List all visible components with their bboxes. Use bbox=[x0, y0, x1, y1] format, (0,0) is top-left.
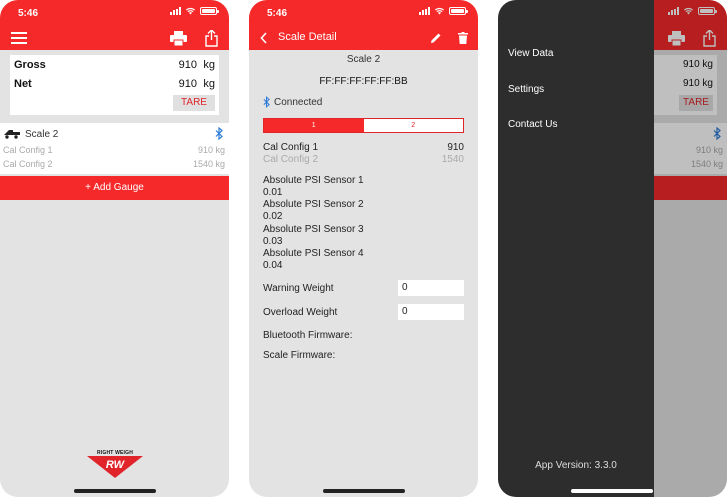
nav-bar: Scale Detail bbox=[249, 26, 478, 50]
net-unit: kg bbox=[203, 78, 215, 90]
edit-pencil-icon[interactable] bbox=[427, 30, 445, 46]
status-icons bbox=[170, 7, 219, 15]
home-indicator bbox=[571, 489, 653, 493]
wifi-icon bbox=[434, 7, 445, 15]
gross-label: Gross bbox=[14, 59, 46, 71]
logo-mark: RW bbox=[87, 456, 143, 478]
sensor-value: 0.04 bbox=[263, 260, 283, 271]
cal-config-label: Cal Config 2 bbox=[263, 154, 319, 165]
cal-config-value: 910 kg bbox=[197, 145, 225, 155]
app-version: App Version: 3.3.0 bbox=[535, 460, 617, 471]
cal-config-label: Cal Config 1 bbox=[263, 142, 319, 153]
bluetooth-icon bbox=[215, 127, 223, 140]
back-chevron-icon[interactable] bbox=[255, 30, 273, 46]
menu-item-contact-us[interactable]: Contact Us bbox=[508, 119, 557, 130]
cal-config-value: 1540 bbox=[441, 154, 464, 165]
wifi-icon bbox=[185, 7, 196, 15]
scale-firmware-label: Scale Firmware: bbox=[263, 350, 336, 361]
cal-config-value: 910 bbox=[447, 142, 464, 153]
side-drawer: View Data Settings Contact Us App Versio… bbox=[498, 0, 654, 497]
dim-overlay[interactable] bbox=[654, 0, 727, 497]
battery-icon bbox=[200, 7, 219, 15]
page-title: Scale Detail bbox=[278, 31, 337, 43]
trash-icon[interactable] bbox=[454, 30, 472, 46]
cal-config-row: Cal Config 1 910 bbox=[263, 142, 464, 153]
config-segmented-control: 1 2 bbox=[263, 118, 464, 133]
sensor-label: Absolute PSI Sensor 3 bbox=[263, 224, 364, 235]
menu-item-settings[interactable]: Settings bbox=[508, 84, 544, 95]
signal-icon bbox=[419, 7, 430, 15]
net-label: Net bbox=[14, 78, 32, 90]
sensor-label: Absolute PSI Sensor 2 bbox=[263, 199, 364, 210]
net-value: 910 bbox=[178, 78, 197, 90]
connection-label: Connected bbox=[274, 96, 323, 108]
nav-bar bbox=[0, 26, 229, 50]
overload-weight-label: Overload Weight bbox=[263, 307, 338, 318]
home-indicator bbox=[322, 489, 405, 493]
status-bar: 5:46 bbox=[0, 0, 229, 26]
gross-unit: kg bbox=[203, 59, 215, 71]
sensor-value: 0.03 bbox=[263, 236, 283, 247]
cal-config-label: Cal Config 2 bbox=[3, 159, 53, 169]
side-menu-screen: 910 kg 910 kg TARE 910 kg 1540 kg View D… bbox=[498, 0, 727, 497]
overload-weight-input[interactable]: 0 bbox=[398, 304, 464, 320]
status-time: 5:46 bbox=[18, 8, 39, 19]
logo-mark-text: RW bbox=[106, 459, 126, 471]
home-indicator bbox=[73, 489, 156, 493]
add-gauge-button[interactable]: + Add Gauge bbox=[0, 176, 229, 200]
cal-config-value: 1540 kg bbox=[192, 159, 225, 169]
status-bar: 5:46 bbox=[249, 0, 478, 26]
sensor-value: 0.01 bbox=[263, 187, 283, 198]
segment-2[interactable]: 2 bbox=[363, 119, 463, 132]
battery-icon bbox=[449, 7, 468, 15]
mac-address: FF:FF:FF:FF:FF:BB bbox=[319, 76, 408, 87]
bluetooth-icon bbox=[263, 96, 270, 108]
warning-weight-label: Warning Weight bbox=[263, 283, 334, 294]
hamburger-menu-icon[interactable] bbox=[10, 30, 28, 46]
sensor-label: Absolute PSI Sensor 4 bbox=[263, 248, 364, 259]
warning-weight-input[interactable]: 0 bbox=[398, 280, 464, 296]
sensor-value: 0.02 bbox=[263, 211, 283, 222]
segment-1[interactable]: 1 bbox=[264, 119, 364, 132]
right-weigh-logo: RIGHT WEIGH RW bbox=[87, 450, 143, 480]
gross-row: Gross 910 kg bbox=[14, 59, 215, 71]
menu-item-view-data[interactable]: View Data bbox=[508, 48, 553, 59]
bluetooth-firmware-label: Bluetooth Firmware: bbox=[263, 330, 353, 341]
tare-button[interactable]: TARE bbox=[173, 95, 215, 111]
truck-icon bbox=[4, 130, 20, 139]
scale-list-item[interactable]: Scale 2 Cal Config 1 910 kg Cal Config 2… bbox=[0, 123, 229, 174]
status-icons bbox=[419, 7, 468, 15]
cal-config-row: Cal Config 2 1540 bbox=[263, 154, 464, 165]
scale-name: Scale 2 bbox=[346, 54, 381, 65]
screenshot-stage: 5:46 Gross 910 kg Net 910 kg TARE Scale … bbox=[0, 0, 727, 500]
scale-detail-screen: 5:46 Scale Detail Scale 2 FF:FF:FF:FF:FF… bbox=[249, 0, 478, 497]
signal-icon bbox=[170, 7, 181, 15]
net-row: Net 910 kg bbox=[14, 78, 215, 90]
share-icon[interactable] bbox=[202, 29, 220, 47]
print-icon[interactable] bbox=[169, 30, 187, 46]
weight-card: Gross 910 kg Net 910 kg TARE bbox=[10, 55, 219, 115]
scales-screen: 5:46 Gross 910 kg Net 910 kg TARE Scale … bbox=[0, 0, 229, 497]
connection-status: Connected bbox=[263, 96, 322, 108]
status-time: 5:46 bbox=[267, 8, 288, 19]
scale-name: Scale 2 bbox=[25, 129, 59, 140]
gross-value: 910 bbox=[178, 59, 197, 71]
sensor-label: Absolute PSI Sensor 1 bbox=[263, 175, 364, 186]
cal-config-label: Cal Config 1 bbox=[3, 145, 53, 155]
